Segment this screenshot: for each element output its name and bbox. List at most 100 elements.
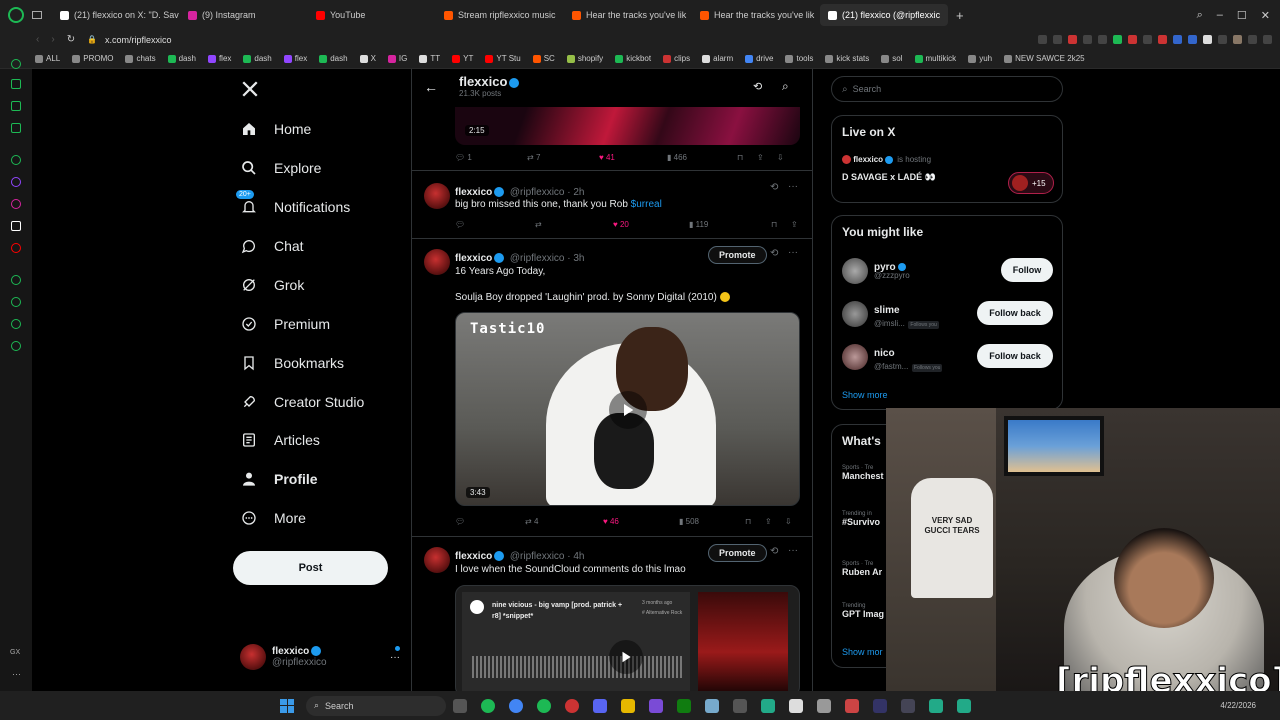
- clock-icon[interactable]: [11, 275, 21, 285]
- browser-tab[interactable]: Hear the tracks you've lik: [692, 4, 820, 26]
- tweet[interactable]: flexxico @ripflexxico · 4h Promote ⟲ ···…: [412, 537, 812, 691]
- app-icon[interactable]: [789, 698, 803, 713]
- suggestion-row[interactable]: nico @fastm... Follows you Follow back: [842, 342, 1056, 372]
- bookmark-item[interactable]: ALL: [30, 54, 65, 63]
- app-icon[interactable]: [705, 698, 719, 713]
- extension-icon[interactable]: [1053, 35, 1062, 44]
- extension-icon[interactable]: [1113, 35, 1122, 44]
- share-icon[interactable]: ⇪: [765, 517, 785, 526]
- bookmark-item[interactable]: tools: [780, 54, 818, 63]
- app-icon[interactable]: [733, 698, 747, 713]
- nav-chat[interactable]: Chat: [240, 237, 304, 255]
- extension-icon[interactable]: [1143, 35, 1152, 44]
- settings-icon[interactable]: [11, 341, 21, 351]
- reload-icon[interactable]: ↻: [67, 34, 75, 45]
- back-arrow-icon[interactable]: ←: [424, 79, 438, 95]
- like-button[interactable]: ♥ 20: [613, 220, 689, 229]
- suggestion-row[interactable]: pyro @zzzpyro Follow: [842, 256, 1056, 284]
- bookmark-item[interactable]: drive: [740, 54, 778, 63]
- bookmark-item[interactable]: dash: [314, 54, 352, 63]
- nav-profile[interactable]: Profile: [240, 470, 318, 488]
- more-options-icon[interactable]: ···: [788, 545, 798, 556]
- browser-tab[interactable]: (21) flexxico on X: "D. Sav: [52, 4, 180, 26]
- grok-icon[interactable]: ⟲: [770, 182, 778, 193]
- extension-icon[interactable]: [1203, 35, 1212, 44]
- grok-icon[interactable]: ⟲: [770, 546, 778, 557]
- search-icon[interactable]: ⌕: [782, 79, 789, 94]
- bookmark-item[interactable]: dash: [163, 54, 201, 63]
- chrome-icon[interactable]: [509, 698, 523, 713]
- extension-icon[interactable]: [1038, 35, 1047, 44]
- trend-item[interactable]: Sports · Tre Manchest: [842, 465, 884, 481]
- sidebar-app-icon[interactable]: [11, 155, 21, 165]
- app-icon[interactable]: [761, 698, 775, 713]
- clock-date[interactable]: 4/22/2026: [1220, 701, 1256, 710]
- minimize-icon[interactable]: –: [1217, 9, 1223, 22]
- nav-explore[interactable]: Explore: [240, 159, 321, 177]
- sidebar-app-icon[interactable]: [11, 59, 21, 69]
- search-tabs-icon[interactable]: ⌕: [1197, 9, 1203, 22]
- bookmark-icon[interactable]: ⊓: [737, 153, 757, 162]
- bookmark-item[interactable]: yuh: [963, 54, 997, 63]
- browser-tab[interactable]: (9) Instagram: [180, 4, 308, 26]
- reply-button[interactable]: 💬︎: [455, 220, 535, 229]
- trend-item[interactable]: Trending GPT Imag: [842, 603, 884, 619]
- profile-avatar-icon[interactable]: [1233, 35, 1242, 44]
- extension-icon[interactable]: [1083, 35, 1092, 44]
- follow-button[interactable]: Follow: [1001, 258, 1053, 282]
- bookmark-item[interactable]: TT: [414, 54, 445, 63]
- bookmark-item[interactable]: NEW SAWCE 2k25: [999, 54, 1090, 63]
- bookmark-item[interactable]: sol: [876, 54, 907, 63]
- back-icon[interactable]: ‹: [36, 34, 39, 45]
- extension-icon[interactable]: [1158, 35, 1167, 44]
- bookmark-item[interactable]: chats: [120, 54, 160, 63]
- bookmark-item[interactable]: flex: [279, 54, 312, 63]
- ai-icon[interactable]: [1263, 35, 1272, 44]
- more-options-icon[interactable]: ···: [12, 669, 21, 679]
- nav-more[interactable]: More: [240, 509, 306, 527]
- show-more-link[interactable]: Show mor: [842, 647, 883, 657]
- reply-button[interactable]: 💬︎: [455, 517, 525, 526]
- nav-home[interactable]: Home: [240, 120, 311, 138]
- like-button[interactable]: ♥ 41: [599, 153, 667, 162]
- reply-button[interactable]: 💬︎ 1: [455, 153, 527, 162]
- play-button[interactable]: [609, 391, 647, 429]
- task-view-icon[interactable]: [453, 698, 467, 713]
- play-button[interactable]: [609, 640, 643, 674]
- windows-start-icon[interactable]: [280, 698, 294, 713]
- live-host-row[interactable]: flexxico is hosting: [842, 155, 931, 165]
- bookmark-icon[interactable]: ⊓: [771, 220, 791, 229]
- tweet[interactable]: 2:15 💬︎ 1 ⇄ 7 ♥ 41 ▮ 466 ⊓ ⇪ ⇩: [412, 107, 812, 171]
- extension-icon[interactable]: [1128, 35, 1137, 44]
- search-box[interactable]: ⌕ Search: [831, 76, 1063, 102]
- gx-icon[interactable]: GX: [10, 649, 20, 656]
- extension-icon[interactable]: [1188, 35, 1197, 44]
- avatar[interactable]: [424, 547, 450, 573]
- extension-icon[interactable]: [1218, 35, 1227, 44]
- bookmark-item[interactable]: YT: [447, 54, 478, 63]
- nav-notifications[interactable]: 20+ Notifications: [236, 190, 350, 216]
- app-icon[interactable]: [901, 698, 915, 713]
- nav-grok[interactable]: Grok: [240, 276, 304, 294]
- retweet-button[interactable]: ⇄ 4: [525, 517, 603, 526]
- xbox-icon[interactable]: [677, 698, 691, 713]
- instagram-icon[interactable]: [11, 199, 21, 209]
- opera-gx-icon[interactable]: [481, 698, 495, 713]
- bookmark-item[interactable]: kickbot: [610, 54, 656, 63]
- app-icon[interactable]: [565, 698, 579, 713]
- nav-articles[interactable]: Articles: [240, 431, 320, 449]
- promote-button[interactable]: Promote: [708, 544, 767, 562]
- app-icon[interactable]: [929, 698, 943, 713]
- bookmark-item[interactable]: YT Stu: [480, 54, 525, 63]
- retweet-button[interactable]: ⇄: [535, 220, 613, 229]
- browser-tab-active[interactable]: (21) flexxico (@ripflexxic: [820, 4, 948, 26]
- bookmark-item[interactable]: X: [355, 54, 381, 63]
- share-icon[interactable]: ⇪: [791, 220, 798, 229]
- app-icon[interactable]: [845, 698, 859, 713]
- browser-tab[interactable]: Hear the tracks you've lik: [564, 4, 692, 26]
- follow-back-button[interactable]: Follow back: [977, 344, 1053, 368]
- nav-premium[interactable]: Premium: [240, 315, 330, 333]
- maximize-icon[interactable]: ☐: [1237, 9, 1247, 22]
- nav-bookmarks[interactable]: Bookmarks: [240, 354, 344, 372]
- bookmark-item[interactable]: dash: [238, 54, 276, 63]
